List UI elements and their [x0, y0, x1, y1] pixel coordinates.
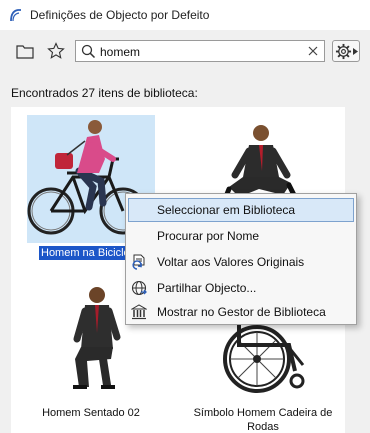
- gear-icon: [335, 43, 352, 60]
- folder-button[interactable]: [14, 40, 36, 62]
- window-title: Definições de Objecto por Defeito: [30, 8, 210, 22]
- menu-item-search-by-name[interactable]: Procurar por Nome: [128, 224, 354, 248]
- search-input[interactable]: homem: [75, 40, 325, 62]
- menu-item-label: Voltar aos Valores Originais: [157, 255, 305, 269]
- search-icon: [81, 44, 96, 59]
- arc-app-icon: [10, 9, 21, 22]
- clear-search-icon[interactable]: [307, 45, 319, 57]
- result-label: Símbolo Homem Cadeira de Rodas: [193, 407, 333, 433]
- globe-share-icon: [131, 280, 147, 296]
- menu-item-label: Procurar por Nome: [157, 229, 260, 243]
- menu-item-reset-values[interactable]: Voltar aos Valores Originais: [128, 250, 354, 274]
- menu-item-label: Mostrar no Gestor de Biblioteca: [157, 305, 326, 319]
- settings-menu-button[interactable]: [332, 40, 360, 62]
- folder-icon: [16, 44, 34, 59]
- results-count: Encontrados 27 itens de biblioteca:: [11, 86, 198, 100]
- library-manager-icon: [131, 304, 147, 320]
- menu-item-select-in-library[interactable]: Seleccionar em Biblioteca: [128, 198, 354, 222]
- context-menu: Seleccionar em Biblioteca Procurar por N…: [125, 193, 357, 325]
- scrollbar[interactable]: [355, 107, 370, 433]
- menu-item-share-object[interactable]: Partilhar Objecto...: [128, 276, 354, 300]
- toolbar: homem: [0, 30, 370, 74]
- result-label: Homem Sentado 02: [42, 407, 140, 419]
- chevron-right-icon: [353, 48, 358, 55]
- star-icon: [47, 42, 65, 59]
- menu-item-show-in-library-manager[interactable]: Mostrar no Gestor de Biblioteca: [128, 300, 354, 324]
- reset-document-icon: [132, 254, 145, 270]
- title-bar: Definições de Objecto por Defeito: [0, 0, 370, 30]
- search-value: homem: [100, 45, 141, 59]
- menu-item-label: Partilhar Objecto...: [157, 281, 257, 295]
- menu-item-label: Seleccionar em Biblioteca: [157, 203, 296, 217]
- favorites-button[interactable]: [45, 40, 67, 62]
